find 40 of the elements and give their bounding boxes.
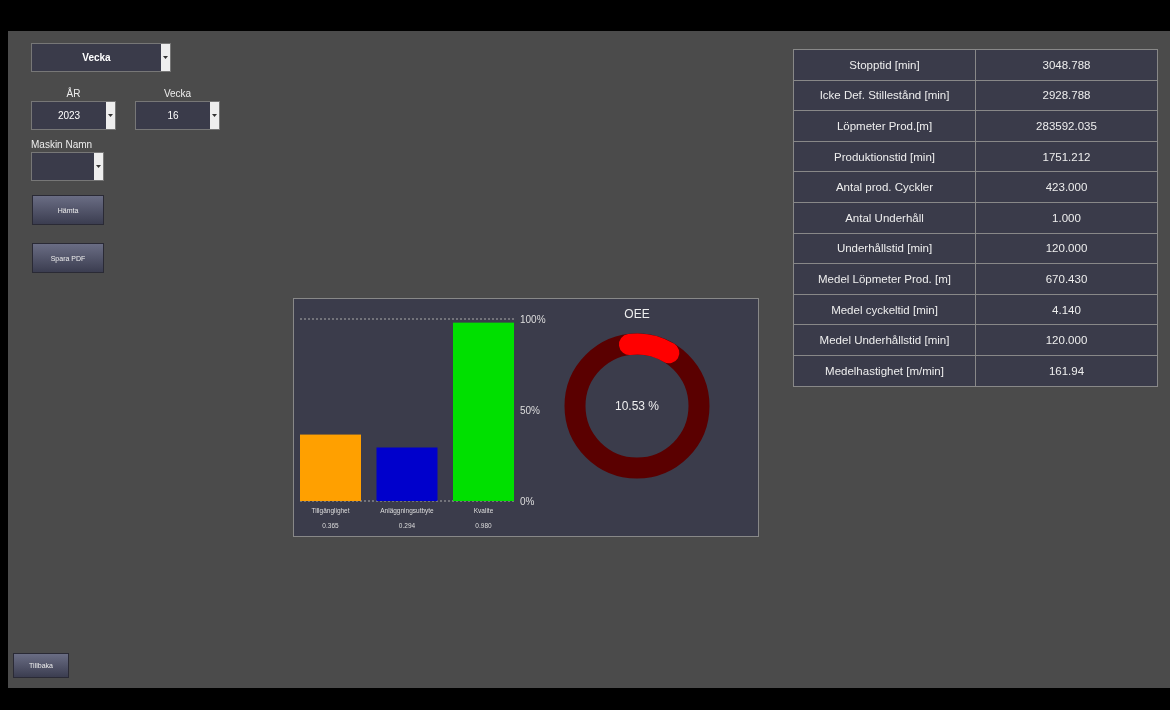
gauge-reading: 10.53 % xyxy=(613,399,660,413)
axis-tick-label: 50% xyxy=(520,405,540,416)
table-cell: 120.000 xyxy=(975,233,1158,264)
gauge-title: OEE xyxy=(624,307,650,321)
week-label: Vecka xyxy=(163,87,192,101)
dropdown-arrow-icon xyxy=(163,56,168,59)
table-cell: 3048.788 xyxy=(975,49,1158,81)
table-cell: Medelhastighet [m/min] xyxy=(793,355,976,387)
week-dropdown[interactable]: 16 xyxy=(135,101,220,130)
table-cell: 161.94 xyxy=(975,355,1158,387)
axis-tick-label: 0% xyxy=(520,496,535,507)
axis-tick-label: 100% xyxy=(520,314,546,325)
dropdown-arrow-icon xyxy=(212,114,217,117)
table-cell: Medel Underhållstid [min] xyxy=(793,324,976,356)
table-cell: Underhållstid [min] xyxy=(793,233,976,264)
table-cell: 2928.788 xyxy=(975,80,1158,111)
dropdown-arrow-icon xyxy=(96,165,101,168)
table-cell: 4.140 xyxy=(975,294,1158,325)
machine-label: Maskin Namn xyxy=(31,138,93,152)
table-cell: Medel Löpmeter Prod. [m] xyxy=(793,263,976,295)
dropdown-arrow-icon xyxy=(108,114,113,117)
table-cell: Antal Underhåll xyxy=(793,202,976,234)
table-cell: Medel cyckeltid [min] xyxy=(793,294,976,325)
table-cell: 423.000 xyxy=(975,171,1158,203)
bar xyxy=(300,434,361,501)
table-cell: Löpmeter Prod.[m] xyxy=(793,110,976,142)
table-cell: Produktionstid [min] xyxy=(793,141,976,172)
table-cell: Antal prod. Cyckler xyxy=(793,171,976,203)
table-cell: 283592.035 xyxy=(975,110,1158,142)
table-cell: 120.000 xyxy=(975,324,1158,356)
year-dropdown[interactable]: 2023 xyxy=(31,101,116,130)
table-cell: 670.430 xyxy=(975,263,1158,295)
table-cell: Stopptid [min] xyxy=(793,49,976,81)
bar xyxy=(376,447,438,501)
year-label: ÅR xyxy=(66,87,81,101)
table-cell: 1751.212 xyxy=(975,141,1158,172)
table-cell: Icke Def. Stillestånd [min] xyxy=(793,80,976,111)
machine-dropdown[interactable] xyxy=(31,152,104,181)
table-cell: 1.000 xyxy=(975,202,1158,234)
period-dropdown[interactable]: Vecka xyxy=(31,43,171,72)
